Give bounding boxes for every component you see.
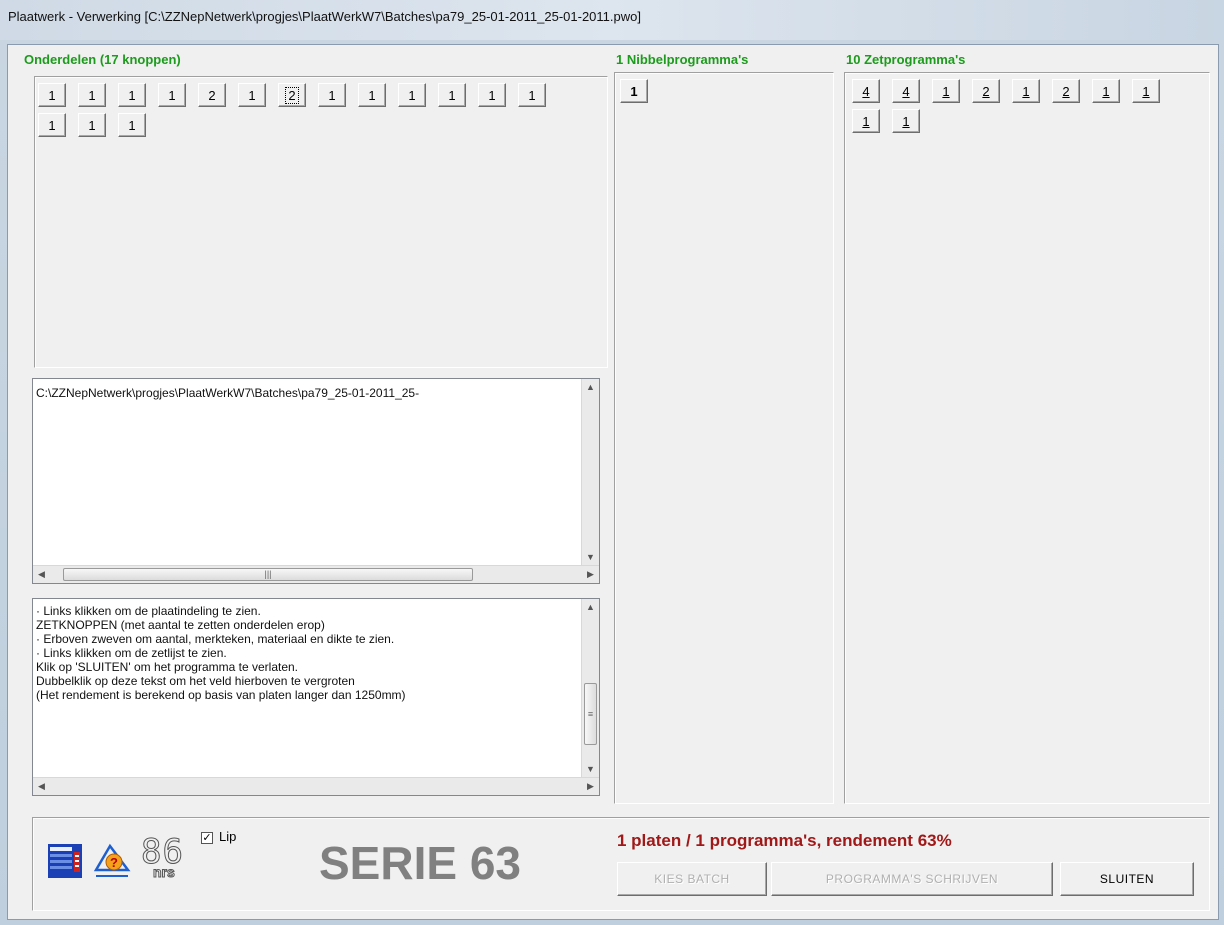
help-triangle-icon[interactable]: ? bbox=[92, 842, 132, 880]
programmas-schrijven-button[interactable]: PROGRAMMA'S SCHRIJVEN bbox=[771, 862, 1053, 896]
zet-button-3[interactable]: 1 bbox=[932, 79, 960, 103]
onderdelen-panel: 1111212111111111 bbox=[34, 76, 608, 368]
client-area: Onderdelen (17 knoppen) 1111212111111111… bbox=[7, 44, 1219, 920]
onderdelen-button-13[interactable]: 1 bbox=[518, 83, 546, 107]
help-textbox[interactable]: · Links klikken om de plaatindeling te z… bbox=[32, 598, 600, 796]
scroll-thumb[interactable]: ≡ bbox=[584, 683, 597, 745]
counter-unit: nrs bbox=[153, 864, 176, 881]
onderdelen-button-11[interactable]: 1 bbox=[438, 83, 466, 107]
help-text: · Links klikken om de plaatindeling te z… bbox=[36, 604, 406, 702]
scroll-thumb[interactable]: ||| bbox=[63, 568, 473, 581]
onderdelen-button-4[interactable]: 1 bbox=[158, 83, 186, 107]
help-line: · Links klikken om de zetlijst te zien. bbox=[36, 646, 227, 660]
onderdelen-button-5[interactable]: 2 bbox=[198, 83, 226, 107]
help-line: · Links klikken om de plaatindeling te z… bbox=[36, 604, 261, 618]
zet-button-1[interactable]: 4 bbox=[852, 79, 880, 103]
help-line: (Het rendement is berekend op basis van … bbox=[36, 688, 406, 702]
zet-button-10[interactable]: 1 bbox=[892, 109, 920, 133]
zet-button-4[interactable]: 2 bbox=[972, 79, 1000, 103]
onderdelen-button-3[interactable]: 1 bbox=[118, 83, 146, 107]
path-textbox[interactable]: C:\ZZNepNetwerk\progjes\PlaatWerkW7\Batc… bbox=[32, 378, 600, 584]
zet-label: 10 Zetprogramma's bbox=[846, 52, 966, 67]
window-title: Plaatwerk - Verwerking [C:\ZZNepNetwerk\… bbox=[8, 9, 641, 24]
onderdelen-button-6[interactable]: 1 bbox=[238, 83, 266, 107]
onderdelen-button-12[interactable]: 1 bbox=[478, 83, 506, 107]
path-vertical-scrollbar[interactable]: ▲ ▼ bbox=[581, 379, 599, 566]
focus-label: 2 bbox=[285, 87, 299, 104]
nibbel-button-1[interactable]: 1 bbox=[620, 79, 648, 103]
onderdelen-button-9[interactable]: 1 bbox=[358, 83, 386, 107]
zet-button-9[interactable]: 1 bbox=[852, 109, 880, 133]
nibbel-panel: 1 bbox=[614, 72, 834, 804]
onderdelen-button-2[interactable]: 1 bbox=[78, 83, 106, 107]
scroll-up-icon[interactable]: ▲ bbox=[582, 379, 599, 396]
serie-label: SERIE 63 bbox=[319, 837, 521, 889]
zet-button-8[interactable]: 1 bbox=[1132, 79, 1160, 103]
onderdelen-button-7[interactable]: 2 bbox=[278, 83, 306, 107]
help-line: · Erboven zweven om aantal, merkteken, m… bbox=[36, 632, 395, 646]
scroll-down-icon[interactable]: ▼ bbox=[582, 761, 599, 778]
scroll-left-icon[interactable]: ◀ bbox=[33, 778, 50, 795]
path-horizontal-scrollbar[interactable]: ◀ ||| ▶ bbox=[33, 565, 599, 583]
help-line: ZETKNOPPEN (met aantal te zetten onderde… bbox=[36, 618, 325, 632]
calculator-icon[interactable] bbox=[48, 844, 82, 878]
title-bar[interactable]: Plaatwerk - Verwerking [C:\ZZNepNetwerk\… bbox=[0, 0, 1224, 40]
digital-counter-icon: 86 nrs bbox=[141, 832, 197, 881]
kies-batch-button[interactable]: KIES BATCH bbox=[617, 862, 767, 896]
scroll-right-icon[interactable]: ▶ bbox=[582, 778, 599, 795]
help-vertical-scrollbar[interactable]: ▲ ≡ ▼ bbox=[581, 599, 599, 778]
onderdelen-button-1[interactable]: 1 bbox=[38, 83, 66, 107]
zet-button-7[interactable]: 1 bbox=[1092, 79, 1120, 103]
nibbel-label: 1 Nibbelprogramma's bbox=[616, 52, 749, 67]
lip-checkbox[interactable]: ✓ bbox=[201, 832, 213, 844]
scroll-right-icon[interactable]: ▶ bbox=[582, 566, 599, 583]
check-icon: ✓ bbox=[202, 832, 212, 844]
zet-button-6[interactable]: 2 bbox=[1052, 79, 1080, 103]
scroll-down-icon[interactable]: ▼ bbox=[582, 549, 599, 566]
help-horizontal-scrollbar[interactable]: ◀ ▶ bbox=[33, 777, 599, 795]
status-text: 1 platen / 1 programma's, rendement 63% bbox=[617, 831, 952, 850]
onderdelen-button-16[interactable]: 1 bbox=[118, 113, 146, 137]
lip-label: Lip bbox=[219, 829, 237, 844]
onderdelen-button-15[interactable]: 1 bbox=[78, 113, 106, 137]
zet-panel: 4412121111 bbox=[844, 72, 1210, 804]
onderdelen-button-14[interactable]: 1 bbox=[38, 113, 66, 137]
application-window: Plaatwerk - Verwerking [C:\ZZNepNetwerk\… bbox=[0, 0, 1224, 925]
onderdelen-label: Onderdelen (17 knoppen) bbox=[24, 52, 181, 67]
scroll-up-icon[interactable]: ▲ bbox=[582, 599, 599, 616]
onderdelen-button-10[interactable]: 1 bbox=[398, 83, 426, 107]
path-text: C:\ZZNepNetwerk\progjes\PlaatWerkW7\Batc… bbox=[36, 386, 420, 400]
sluiten-button[interactable]: SLUITEN bbox=[1060, 862, 1194, 896]
help-line: Klik op 'SLUITEN' om het programma te ve… bbox=[36, 660, 299, 674]
onderdelen-button-8[interactable]: 1 bbox=[318, 83, 346, 107]
scroll-left-icon[interactable]: ◀ bbox=[33, 566, 50, 583]
zet-button-5[interactable]: 1 bbox=[1012, 79, 1040, 103]
help-line: Dubbelklik op deze tekst om het veld hie… bbox=[36, 674, 355, 688]
zet-button-2[interactable]: 4 bbox=[892, 79, 920, 103]
svg-text:?: ? bbox=[110, 855, 118, 870]
